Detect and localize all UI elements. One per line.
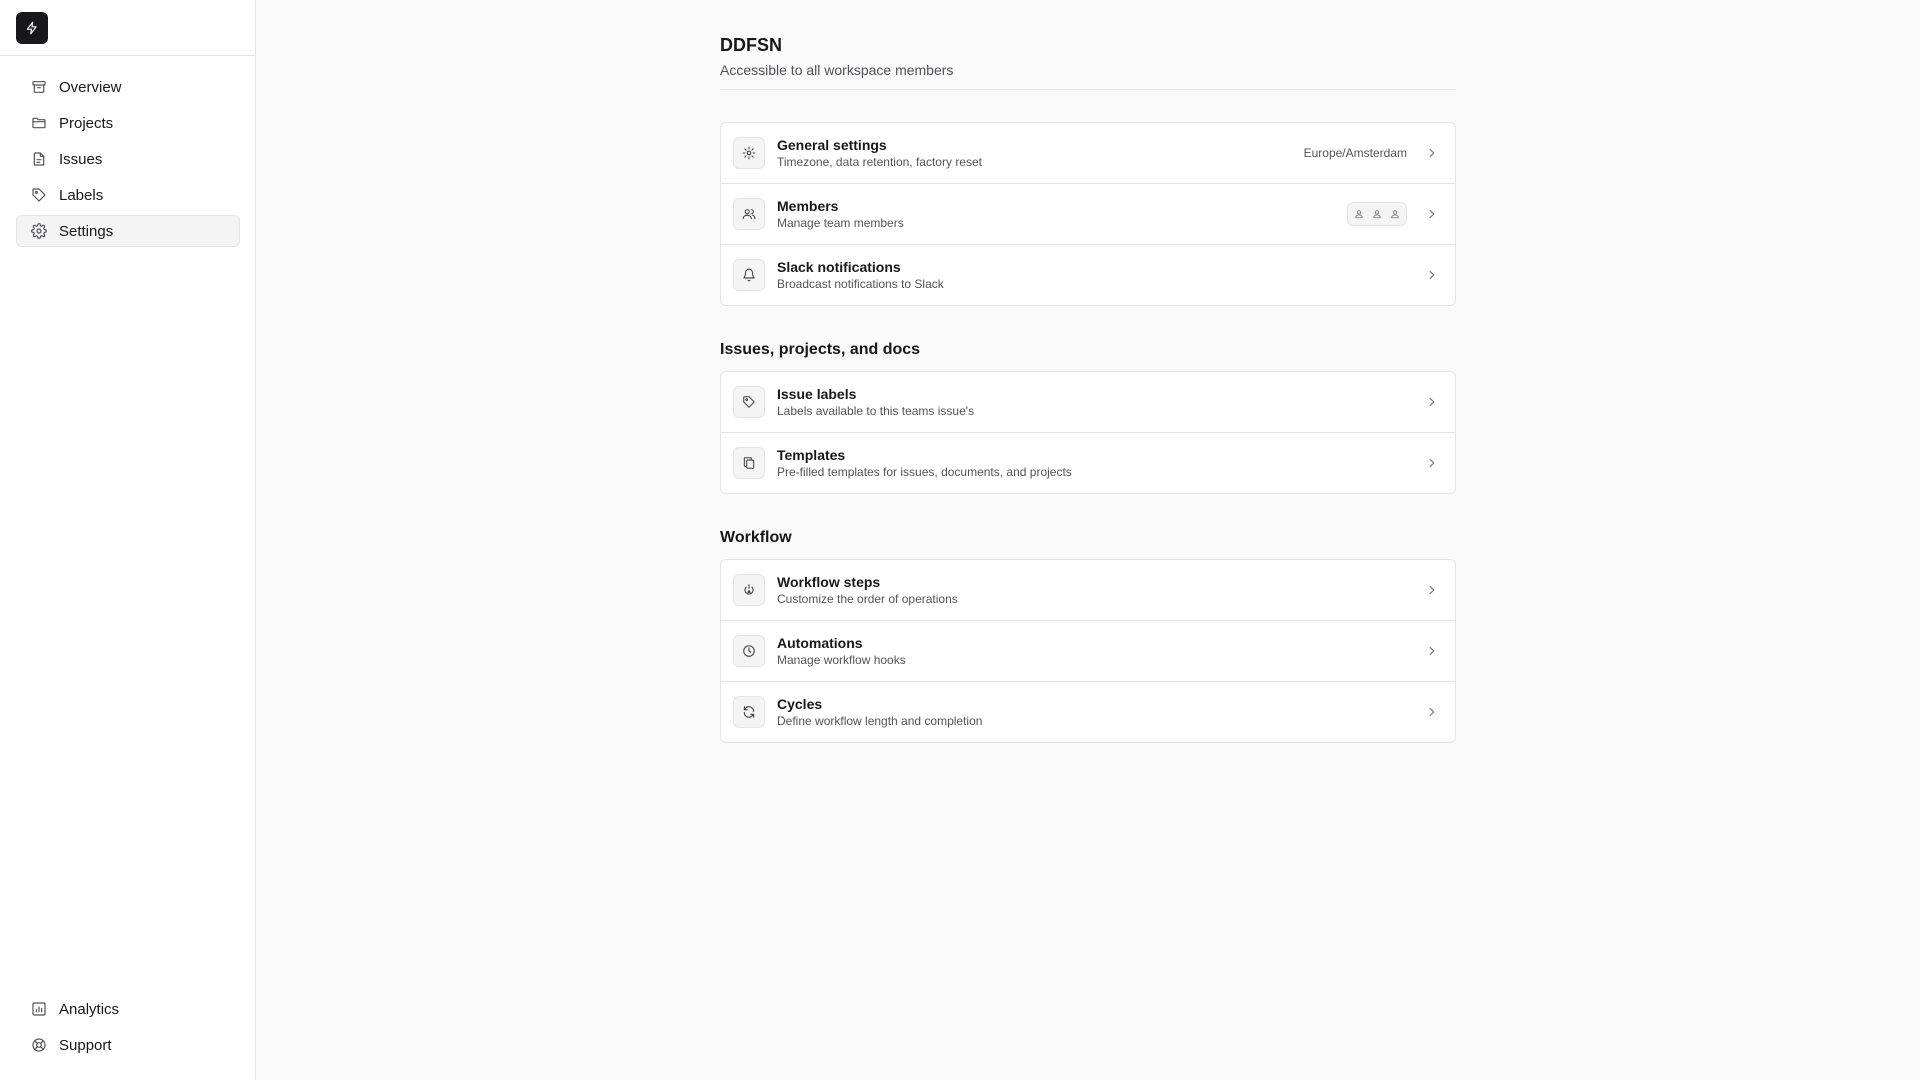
chevron-right-icon [1425,395,1439,409]
row-title: Cycles [777,696,823,712]
chevron-right-icon [1425,268,1439,282]
row-title: Members [777,198,839,214]
bell-icon [733,259,765,291]
sidebar-item-label: Overview [59,78,122,96]
row-title: Workflow steps [777,574,881,590]
row-text: Cycles Define workflow length and comple… [777,695,1425,729]
chevron-right-icon [1425,583,1439,597]
folder-icon [31,115,47,131]
issues-card: Issue labels Labels available to this te… [720,371,1456,494]
workflow-steps-row[interactable]: Workflow steps Customize the order of op… [721,560,1455,621]
row-description: Manage workflow hooks [777,653,906,667]
general-settings-row[interactable]: General settings Timezone, data retentio… [721,123,1455,184]
sidebar-item-support[interactable]: Support [16,1029,240,1061]
sidebar-item-settings[interactable]: Settings [16,215,240,247]
archive-icon [31,79,47,95]
sidebar-bottom-nav: Analytics Support [16,993,240,1065]
sidebar-item-label: Labels [59,186,104,204]
sidebar-item-label: Support [59,1036,112,1054]
row-text: Slack notifications Broadcast notificati… [777,258,1425,292]
copy-icon [733,447,765,479]
sidebar-item-issues[interactable]: Issues [16,143,240,175]
sidebar-item-projects[interactable]: Projects [16,107,240,139]
row-text: Automations Manage workflow hooks [777,634,1425,668]
row-text: Templates Pre-filled templates for issue… [777,446,1425,480]
row-description: Manage team members [777,216,904,230]
general-settings-card: General settings Timezone, data retentio… [720,122,1456,306]
bolt-icon [26,21,37,34]
row-description: Customize the order of operations [777,592,958,606]
sidebar: Overview Projects Issues Labels Settings [0,0,256,1080]
templates-row[interactable]: Templates Pre-filled templates for issue… [721,433,1455,493]
tag-icon [733,386,765,418]
row-description: Pre-filled templates for issues, documen… [777,465,1072,479]
header-divider [720,89,1456,90]
sidebar-item-overview[interactable]: Overview [16,71,240,103]
row-description: Define workflow length and completion [777,714,983,728]
sidebar-nav: Overview Projects Issues Labels Settings [16,71,240,251]
row-text: Members Manage team members [777,197,1347,231]
refresh-icon [733,696,765,728]
chart-icon [31,1001,47,1017]
users-icon [733,198,765,230]
workflow-card: Workflow steps Customize the order of op… [720,559,1456,743]
settings-main: DDFSN Accessible to all workspace member… [720,0,1456,743]
sidebar-item-analytics[interactable]: Analytics [16,993,240,1025]
row-description: Timezone, data retention, factory reset [777,155,982,169]
tag-icon [31,187,47,203]
timezone-value: Europe/Amsterdam [1303,146,1407,160]
chevron-right-icon [1425,207,1439,221]
row-description: Labels available to this teams issue's [777,404,975,418]
row-title: Automations [777,635,863,651]
chevron-right-icon [1425,705,1439,719]
row-text: General settings Timezone, data retentio… [777,136,1304,170]
members-row[interactable]: Members Manage team members [721,184,1455,245]
page-title: DDFSN [720,35,782,55]
member-avatars [1347,202,1407,226]
chevron-right-icon [1425,644,1439,658]
file-icon [31,151,47,167]
cycles-row[interactable]: Cycles Define workflow length and comple… [721,682,1455,742]
user-icon [1351,205,1367,223]
row-description: Broadcast notifications to Slack [777,277,944,291]
chevron-right-icon [1425,146,1439,160]
chevron-right-icon [1425,456,1439,470]
slack-notifications-row[interactable]: Slack notifications Broadcast notificati… [721,245,1455,305]
automations-row[interactable]: Automations Manage workflow hooks [721,621,1455,682]
sidebar-item-label: Issues [59,150,103,168]
lifebuoy-icon [31,1037,47,1053]
steps-icon [733,574,765,606]
row-text: Workflow steps Customize the order of op… [777,573,1425,607]
sidebar-header [0,0,255,56]
user-icon [1387,205,1403,223]
sidebar-item-labels[interactable]: Labels [16,179,240,211]
sidebar-item-label: Projects [59,114,114,132]
app-logo[interactable] [16,11,48,44]
issue-labels-row[interactable]: Issue labels Labels available to this te… [721,372,1455,433]
sidebar-item-label: Analytics [59,1000,120,1018]
row-title: Slack notifications [777,259,901,275]
sidebar-item-label: Settings [59,222,114,240]
section-title-workflow: Workflow [720,529,792,546]
user-icon [1369,205,1385,223]
row-text: Issue labels Labels available to this te… [777,385,1425,419]
row-title: General settings [777,137,887,153]
row-title: Templates [777,447,846,463]
section-title-issues: Issues, projects, and docs [720,341,921,358]
clock-icon [733,635,765,667]
gear-icon [733,137,765,169]
row-title: Issue labels [777,386,857,402]
page-subtitle: Accessible to all workspace members [720,62,954,78]
gear-icon [31,223,47,239]
